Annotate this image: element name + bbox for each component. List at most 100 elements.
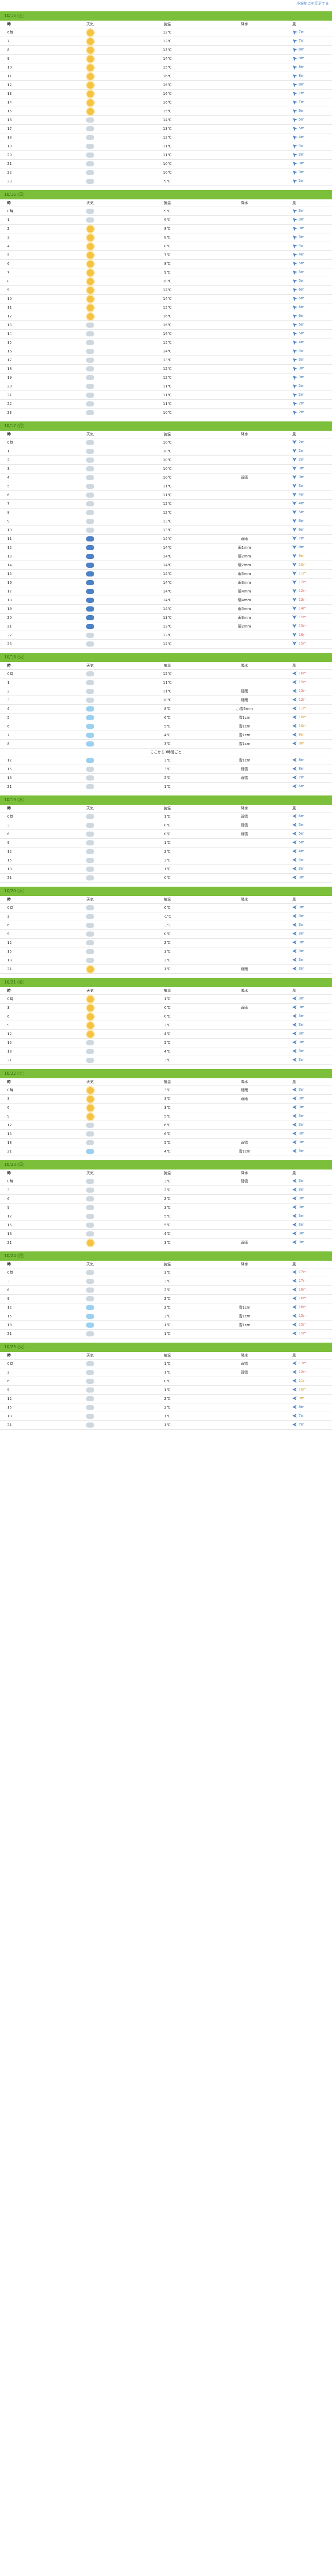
temp-cell: 3℃ (129, 742, 206, 746)
forecast-row: 7 12℃ 4m (0, 500, 332, 509)
wind-cell: 3m (283, 1196, 332, 1201)
header-wind: 風 (292, 22, 296, 26)
wind-wrap: 3m (292, 1023, 304, 1027)
wind-cell: 3m (283, 905, 332, 910)
temp-cell: 1℃ (129, 785, 206, 789)
temp-cell: 15℃ (129, 341, 206, 345)
wind-direction-icon (292, 1005, 296, 1009)
precip-cell: 弱3mm (206, 606, 283, 612)
temperature-value: 12℃ (163, 502, 172, 506)
precip-cell: 雪1cm (206, 715, 283, 720)
wind-cell: 4m (283, 135, 332, 140)
cloud-icon (86, 1370, 94, 1375)
precip-cell (206, 841, 283, 845)
weather-cell (51, 832, 129, 837)
wind-value: 9m (299, 554, 305, 558)
precip-cell (206, 244, 283, 248)
wind-wrap: 10m (292, 724, 307, 728)
sun-icon (86, 1022, 94, 1029)
hour-cell: 17 (7, 589, 12, 594)
wind-value: 3m (299, 1205, 305, 1209)
day-title: 10/22 (土) (0, 1069, 332, 1078)
forecast-row: 3 0℃ 弱雨 3m (0, 1004, 332, 1012)
forecast-row: 12 2℃ 4m (0, 848, 332, 856)
wind-direction-icon (291, 374, 297, 380)
header-temp: 気温 (164, 1080, 171, 1084)
wind-wrap: 4m (292, 340, 304, 344)
wind-value: 15m (299, 615, 307, 619)
weather-cell (51, 475, 129, 480)
header-wind: 風 (292, 432, 296, 436)
precip-cell (206, 411, 283, 415)
cloud-icon (86, 875, 94, 880)
temp-cell: 8℃ (129, 227, 206, 231)
precip-cell (206, 48, 283, 52)
wind-value: 6m (299, 528, 305, 532)
forecast-row: 12 5℃ 3m (0, 1212, 332, 1221)
wind-direction-icon (291, 330, 297, 336)
cloud-icon (86, 1331, 94, 1336)
precip-cell (206, 1014, 283, 1019)
wind-cell: 13m (283, 1361, 332, 1366)
precip-cell (206, 1397, 283, 1401)
hour-cell: 20 (7, 153, 12, 157)
wind-wrap: 3m (292, 1196, 304, 1200)
temp-cell: 14℃ (129, 537, 206, 541)
forecast-row: 15 3℃ 3m (0, 947, 332, 956)
wind-wrap: 7m (292, 775, 304, 779)
wind-wrap: 3m (292, 1105, 304, 1109)
table-header-row: 時天気 気温 降水風 (0, 1261, 332, 1268)
forecast-row: 6 -1℃ 3m (0, 921, 332, 930)
temperature-value: 16℃ (163, 74, 172, 78)
precip-value: 弱雨 (241, 698, 248, 702)
wind-cell: 7m (283, 1414, 332, 1419)
temperature-value: 3℃ (164, 1097, 171, 1101)
temp-cell: 2℃ (129, 776, 206, 780)
weather-cell (51, 1361, 129, 1366)
wind-cell: 4m (283, 349, 332, 354)
sun-icon (86, 81, 94, 89)
hour-cell: 9 (7, 519, 10, 523)
wind-cell: 2m (283, 440, 332, 445)
wind-wrap: 15m (292, 624, 307, 628)
wind-direction-icon (291, 243, 297, 248)
precip-cell (206, 850, 283, 854)
weather-cell (51, 940, 129, 945)
hour-cell: 9 (7, 1388, 10, 1392)
header-weather: 天気 (86, 897, 94, 902)
temperature-value: 12℃ (163, 672, 172, 676)
header-wind: 風 (292, 1353, 296, 1358)
wind-wrap: 5m (292, 323, 304, 327)
precip-cell (206, 1379, 283, 1383)
sun-icon (86, 73, 94, 80)
temp-cell: 2℃ (129, 1023, 206, 1027)
sun-icon (86, 1013, 94, 1020)
wind-value: 8m (299, 47, 305, 52)
weather-cell (51, 323, 129, 328)
forecast-row: 12 2℃ 9m (0, 1395, 332, 1403)
day-section: 10/19 (水) 時天気 気温 降水風 0時 1℃ 弱雪 6m 3 0℃ 弱雪 5m 6 0℃ 弱雪 5m 9… (0, 795, 332, 883)
snow-icon (86, 1323, 94, 1328)
wind-value: 8m (299, 767, 305, 771)
forecast-row: 21 1℃ 弱雨 3m (0, 965, 332, 974)
forecast-row: 2 10℃ 2m (0, 456, 332, 465)
weather-cell (51, 914, 129, 919)
wind-value: 7m (299, 1414, 305, 1418)
weather-cell (51, 615, 129, 620)
wind-wrap: 8m (292, 56, 304, 60)
sun-icon (86, 1104, 94, 1111)
temperature-value: 13℃ (163, 624, 172, 629)
wind-direction-icon (292, 724, 296, 728)
hour-cell: 18 (7, 1049, 12, 1054)
forecast-row: 12 16℃ 8m (0, 81, 332, 90)
temperature-value: 1℃ (164, 1370, 171, 1375)
sun-icon (86, 225, 94, 232)
weather-cell (51, 304, 129, 311)
temp-cell: 3℃ (129, 1097, 206, 1101)
change-location-link[interactable]: 予報地点を変更する (296, 1, 329, 6)
cloud-icon (86, 1140, 94, 1145)
forecast-row: 8 10℃ 5m (0, 277, 332, 286)
hour-cell: 3 (7, 1370, 10, 1375)
precip-cell (206, 914, 283, 919)
cloud-icon (86, 340, 94, 345)
